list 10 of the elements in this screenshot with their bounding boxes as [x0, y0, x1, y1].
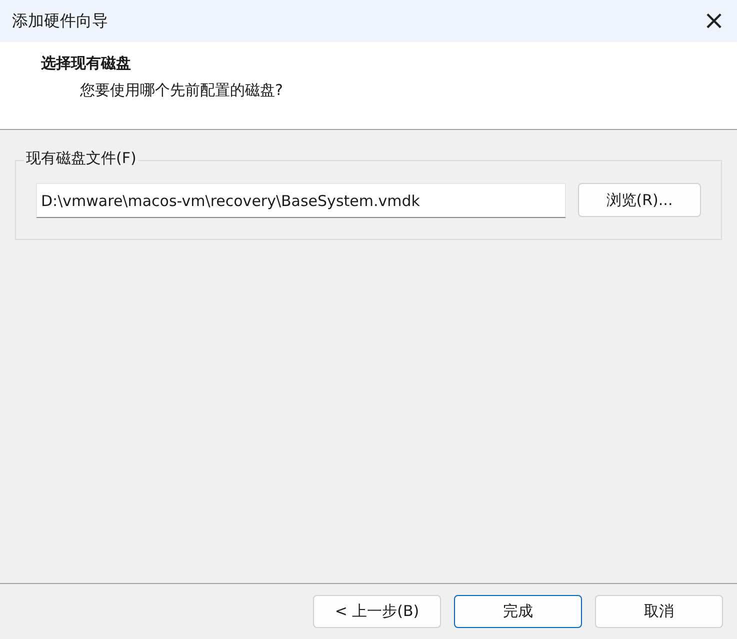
wizard-button[interactable]: 取消: [595, 595, 723, 628]
page-subtitle: 您要使用哪个先前配置的磁盘?: [80, 81, 284, 100]
browse-button[interactable]: 浏览(R)...: [578, 183, 701, 217]
wizard-button[interactable]: 完成: [454, 595, 582, 628]
group-label: 现有磁盘文件(F): [24, 149, 138, 168]
path-input-field[interactable]: D:\vmware\macos-vm\recovery\BaseSystem.vmdk: [36, 183, 566, 218]
page-heading: 选择现有磁盘: [41, 54, 132, 73]
wizard-button[interactable]: < 上一步(B): [313, 595, 441, 628]
window-title: 添加硬件向导: [12, 10, 108, 32]
close-button[interactable]: ×: [691, 0, 737, 42]
